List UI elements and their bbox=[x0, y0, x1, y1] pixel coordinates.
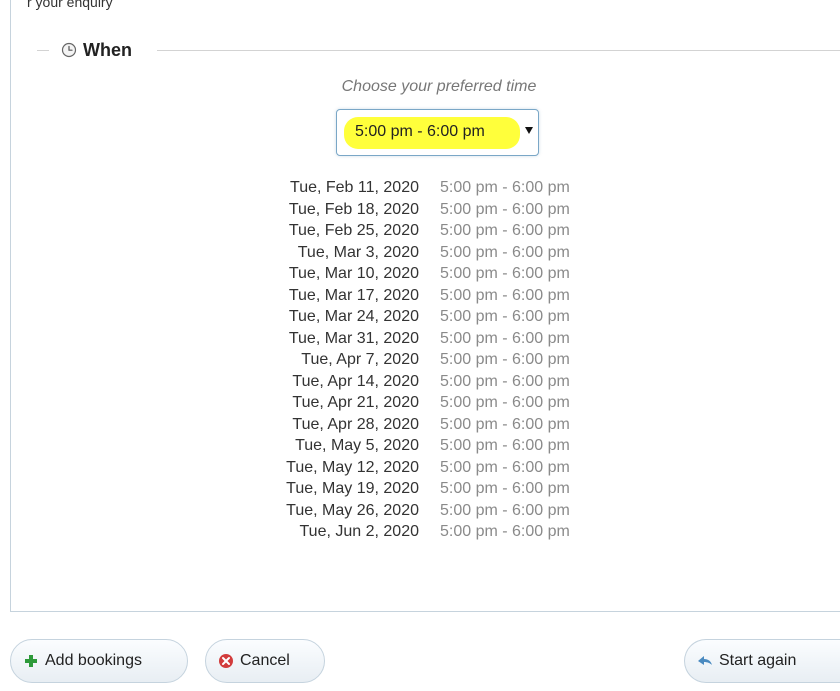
session-row: Tue, Apr 7, 2020 5:00 pm - 6:00 pm bbox=[241, 349, 621, 371]
session-date: Tue, Feb 11, 2020 bbox=[290, 179, 419, 196]
add-bookings-button[interactable]: Add bookings bbox=[10, 639, 188, 683]
session-row: Tue, Jun 2, 2020 5:00 pm - 6:00 pm bbox=[241, 521, 621, 543]
add-bookings-label: Add bookings bbox=[45, 652, 142, 669]
session-time: 5:00 pm - 6:00 pm bbox=[440, 415, 570, 433]
session-row: Tue, Mar 31, 2020 5:00 pm - 6:00 pm bbox=[241, 328, 621, 350]
session-time: 5:00 pm - 6:00 pm bbox=[440, 329, 570, 347]
session-list: Tue, Feb 11, 2020 5:00 pm - 6:00 pm Tue, … bbox=[241, 177, 621, 543]
back-arrow-icon bbox=[698, 656, 712, 665]
cancel-icon bbox=[219, 654, 233, 668]
session-row: Tue, May 19, 2020 5:00 pm - 6:00 pm bbox=[241, 478, 621, 500]
session-time: 5:00 pm - 6:00 pm bbox=[440, 308, 570, 325]
session-date: Tue, Mar 31, 2020 bbox=[288, 329, 419, 347]
session-row: Tue, Feb 11, 2020 5:00 pm - 6:00 pm bbox=[241, 177, 621, 199]
time-hint: Choose your preferred time bbox=[341, 78, 537, 95]
session-row: Tue, Feb 18, 2020 5:00 pm - 6:00 pm bbox=[241, 199, 621, 221]
session-time: 5:00 pm - 6:00 pm bbox=[440, 523, 570, 540]
session-date: Tue, Mar 3, 2020 bbox=[297, 243, 419, 261]
session-time: 5:00 pm - 6:00 pm bbox=[440, 200, 570, 218]
time-select-value: 5:00 pm - 6:00 pm bbox=[355, 123, 485, 140]
session-time: 5:00 pm - 6:00 pm bbox=[440, 501, 570, 519]
session-row: Tue, Apr 28, 2020 5:00 pm - 6:00 pm bbox=[241, 414, 621, 436]
session-date: Tue, Apr 7, 2020 bbox=[301, 351, 419, 368]
clock-icon bbox=[61, 42, 77, 58]
cancel-button[interactable]: Cancel bbox=[205, 639, 325, 683]
session-row: Tue, Apr 21, 2020 5:00 pm - 6:00 pm bbox=[241, 392, 621, 414]
session-date: Tue, May 26, 2020 bbox=[286, 501, 419, 519]
session-row: Tue, Feb 25, 2020 5:00 pm - 6:00 pm bbox=[241, 220, 621, 242]
start-again-label: Start again bbox=[719, 652, 797, 669]
session-date: Tue, Apr 14, 2020 bbox=[292, 372, 419, 390]
when-legend: When bbox=[61, 38, 132, 62]
session-time: 5:00 pm - 6:00 pm bbox=[440, 480, 570, 497]
plus-icon bbox=[25, 655, 37, 667]
session-date: Tue, Mar 24, 2020 bbox=[288, 308, 419, 325]
session-date: Tue, May 19, 2020 bbox=[286, 480, 419, 497]
session-date: Tue, May 5, 2020 bbox=[295, 437, 419, 454]
booking-panel: r your enquiry When Choose your preferre… bbox=[10, 0, 840, 612]
when-title: When bbox=[83, 39, 132, 60]
clipped-heading: r your enquiry bbox=[27, 0, 113, 10]
session-time: 5:00 pm - 6:00 pm bbox=[440, 222, 570, 239]
session-time: 5:00 pm - 6:00 pm bbox=[440, 394, 570, 411]
session-date: Tue, Apr 21, 2020 bbox=[292, 394, 419, 411]
session-row: Tue, Apr 14, 2020 5:00 pm - 6:00 pm bbox=[241, 371, 621, 393]
chevron-down-icon bbox=[525, 127, 533, 134]
fieldset-border-left bbox=[37, 50, 49, 51]
session-time: 5:00 pm - 6:00 pm bbox=[440, 437, 570, 454]
session-row: Tue, May 26, 2020 5:00 pm - 6:00 pm bbox=[241, 500, 621, 522]
session-row: Tue, May 12, 2020 5:00 pm - 6:00 pm bbox=[241, 457, 621, 479]
session-time: 5:00 pm - 6:00 pm bbox=[440, 243, 570, 261]
session-row: Tue, Mar 24, 2020 5:00 pm - 6:00 pm bbox=[241, 306, 621, 328]
session-row: Tue, Mar 17, 2020 5:00 pm - 6:00 pm bbox=[241, 285, 621, 307]
session-time: 5:00 pm - 6:00 pm bbox=[440, 179, 570, 196]
start-again-button[interactable]: Start again bbox=[684, 639, 840, 683]
session-time: 5:00 pm - 6:00 pm bbox=[440, 458, 570, 476]
session-date: Tue, Mar 17, 2020 bbox=[288, 286, 419, 304]
session-row: Tue, Mar 3, 2020 5:00 pm - 6:00 pm bbox=[241, 242, 621, 264]
time-select[interactable]: 5:00 pm - 6:00 pm bbox=[336, 109, 539, 156]
session-time: 5:00 pm - 6:00 pm bbox=[440, 372, 570, 390]
session-date: Tue, Feb 25, 2020 bbox=[288, 222, 419, 239]
session-time: 5:00 pm - 6:00 pm bbox=[440, 265, 570, 282]
session-date: Tue, Jun 2, 2020 bbox=[299, 523, 420, 540]
fieldset-border-right bbox=[157, 50, 840, 51]
session-time: 5:00 pm - 6:00 pm bbox=[440, 351, 570, 368]
session-date: Tue, Mar 10, 2020 bbox=[288, 265, 419, 282]
session-date: Tue, Feb 18, 2020 bbox=[288, 200, 419, 218]
session-time: 5:00 pm - 6:00 pm bbox=[440, 286, 570, 304]
session-date: Tue, May 12, 2020 bbox=[286, 458, 419, 476]
session-row: Tue, May 5, 2020 5:00 pm - 6:00 pm bbox=[241, 435, 621, 457]
cancel-label: Cancel bbox=[240, 652, 290, 669]
session-row: Tue, Mar 10, 2020 5:00 pm - 6:00 pm bbox=[241, 263, 621, 285]
session-date: Tue, Apr 28, 2020 bbox=[292, 415, 419, 433]
